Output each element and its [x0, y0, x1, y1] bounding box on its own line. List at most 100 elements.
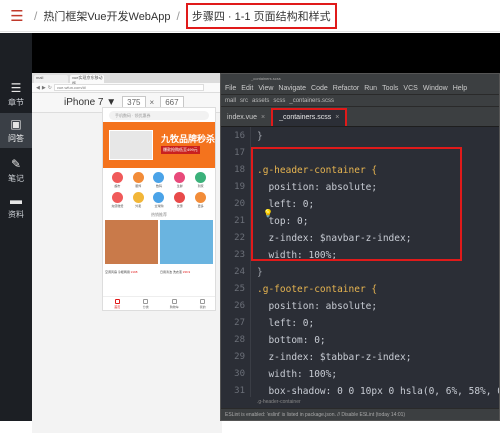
category-grid: 超市 服饰 数码 生鲜 到家 充值缴费 外卖 全球购 优惠 更多 — [103, 168, 215, 208]
tab-profile[interactable]: 我的 — [189, 297, 216, 310]
editor-tabs: index.vue × _containers.scss × — [221, 107, 499, 127]
line-number: 19 — [234, 182, 245, 192]
eslint-notification[interactable]: ESLint is enabled: 'eslint' is listed in… — [221, 408, 499, 420]
banner-product-image — [109, 130, 153, 160]
line-number: 20 — [234, 199, 245, 209]
editor-window-title: _containers.scss — [221, 74, 499, 83]
menu-vcs[interactable]: VCS — [403, 85, 417, 92]
tab-label: index.vue — [227, 114, 257, 121]
goods-price: ¥39.9 — [182, 270, 191, 274]
line-number: 16 — [234, 131, 245, 141]
tab-category[interactable]: 分类 — [132, 297, 161, 310]
mobile-banner[interactable]: 九牧品牌秒杀 爆款抢购低至499元 — [103, 122, 215, 168]
category-item[interactable]: 超市 — [107, 172, 128, 188]
chat-icon: ▣ — [10, 117, 22, 131]
line-number: 28 — [234, 335, 245, 345]
browser-tab[interactable]: vue实现京东移动版 — [70, 75, 104, 86]
back-icon[interactable]: ◀ — [36, 85, 40, 91]
address-bar: ◀ ▶ ↻ vue.wfun.com/#/ — [32, 83, 222, 93]
course-title[interactable]: 热门框架Vue开发WebApp — [43, 8, 170, 24]
course-topbar: ☰ / 热门框架Vue开发WebApp / 步骤四 · 1-1 页面结构和样式 — [0, 0, 500, 32]
menu-edit[interactable]: Edit — [241, 85, 253, 92]
mobile-search-input[interactable]: 手机数码 · 领优惠券 — [109, 110, 209, 120]
category-icon — [174, 172, 186, 183]
browser-tabs: mall vue实现京东移动版 — [32, 73, 222, 86]
category-icon — [195, 192, 207, 203]
category-item[interactable]: 到家 — [190, 172, 211, 188]
sidebar-item-chapters[interactable]: ☰ 章节 — [0, 81, 32, 108]
code-line: left: 0; — [257, 318, 315, 329]
menu-run[interactable]: Run — [364, 85, 377, 92]
category-icon — [153, 172, 165, 183]
code-line: .g-footer-container { — [257, 284, 378, 295]
code-line: } — [257, 131, 263, 142]
tab-home[interactable]: 首页 — [103, 297, 132, 310]
tab-cart[interactable]: 购物车 — [160, 297, 189, 310]
crumb-item[interactable]: _containers.scss — [289, 98, 334, 104]
goods-caption: 空调风扇 冷暖两用 ¥198 — [105, 270, 158, 274]
tab-label: 购物车 — [169, 305, 179, 309]
line-number: 18 — [234, 165, 245, 175]
line-number: 25 — [234, 284, 245, 294]
crumb-item[interactable]: scss — [273, 98, 285, 104]
category-icon — [111, 172, 123, 183]
category-item[interactable]: 生鲜 — [169, 172, 190, 188]
cart-icon — [171, 299, 177, 304]
sidebar-item-qa[interactable]: ▣ 问答 — [0, 113, 32, 148]
code-line: bottom: 0; — [257, 335, 326, 346]
category-label: 外卖 — [135, 204, 142, 208]
forward-icon[interactable]: ▶ — [42, 85, 46, 91]
category-label: 更多 — [197, 204, 204, 208]
menu-view[interactable]: View — [258, 85, 273, 92]
sidebar-item-label: 资料 — [8, 210, 24, 219]
step-title: 步骤四 · 1-1 页面结构和样式 — [185, 2, 337, 29]
close-icon[interactable]: × — [335, 110, 339, 126]
menu-help[interactable]: Help — [453, 85, 467, 92]
crumb-item[interactable]: assets — [252, 98, 269, 104]
goods-name: 空调风扇 冷暖两用 — [105, 270, 130, 274]
mobile-search: 手机数码 · 领优惠券 — [103, 108, 215, 122]
mobile-tabbar: 首页 分类 购物车 我的 — [103, 296, 216, 310]
crumb-item[interactable]: src — [240, 98, 248, 104]
mobile-preview: 手机数码 · 领优惠券 九牧品牌秒杀 爆款抢购低至499元 超市 服饰 数码 生… — [102, 107, 216, 311]
menu-tools[interactable]: Tools — [382, 85, 398, 92]
goods-item[interactable]: 日用清洁 洗衣液 ¥39.9 — [160, 220, 213, 274]
category-item[interactable]: 充值缴费 — [107, 192, 128, 208]
menu-code[interactable]: Code — [311, 85, 328, 92]
category-item[interactable]: 全球购 — [149, 192, 170, 208]
crumb-item[interactable]: mall — [225, 98, 236, 104]
video-stage: mall vue实现京东移动版 ◀ ▶ ↻ vue.wfun.com/#/ iP… — [32, 33, 500, 433]
category-label: 生鲜 — [176, 184, 183, 188]
menu-window[interactable]: Window — [423, 85, 448, 92]
tab-label: _containers.scss — [279, 114, 332, 121]
line-number: 22 — [234, 233, 245, 243]
reload-icon[interactable]: ↻ — [48, 85, 52, 91]
line-number: 17 — [234, 148, 245, 158]
banner-subtitle: 爆款抢购低至499元 — [161, 146, 200, 154]
menu-navigate[interactable]: Navigate — [278, 85, 306, 92]
banner-title: 九牧品牌秒杀 — [161, 134, 216, 144]
code-line: width: 100%; — [257, 369, 338, 380]
tab-containers-scss[interactable]: _containers.scss × — [271, 108, 348, 126]
menu-file[interactable]: File — [225, 85, 236, 92]
category-item[interactable]: 优惠 — [169, 192, 190, 208]
category-item[interactable]: 更多 — [190, 192, 211, 208]
goods-item[interactable]: 空调风扇 冷暖两用 ¥198 — [105, 220, 158, 274]
category-item[interactable]: 外卖 — [128, 192, 149, 208]
category-item[interactable]: 数码 — [149, 172, 170, 188]
sidebar-item-notes[interactable]: ✎ 笔记 — [0, 157, 32, 184]
menu-icon[interactable]: ☰ — [6, 7, 28, 25]
category-item[interactable]: 服饰 — [128, 172, 149, 188]
menu-refactor[interactable]: Refactor — [333, 85, 359, 92]
breadcrumb-separator: / — [176, 8, 180, 23]
category-label: 到家 — [197, 184, 204, 188]
browser-tab[interactable]: mall — [34, 75, 68, 83]
category-icon — [132, 192, 144, 203]
url-field[interactable]: vue.wfun.com/#/ — [53, 84, 204, 91]
close-icon[interactable]: × — [261, 110, 265, 126]
code-line: } — [257, 267, 263, 278]
sidebar-item-materials[interactable]: ▬ 资料 — [0, 193, 32, 220]
breadcrumb-separator: / — [34, 8, 38, 23]
category-icon — [132, 172, 144, 183]
tab-index-vue[interactable]: index.vue × — [221, 110, 271, 126]
